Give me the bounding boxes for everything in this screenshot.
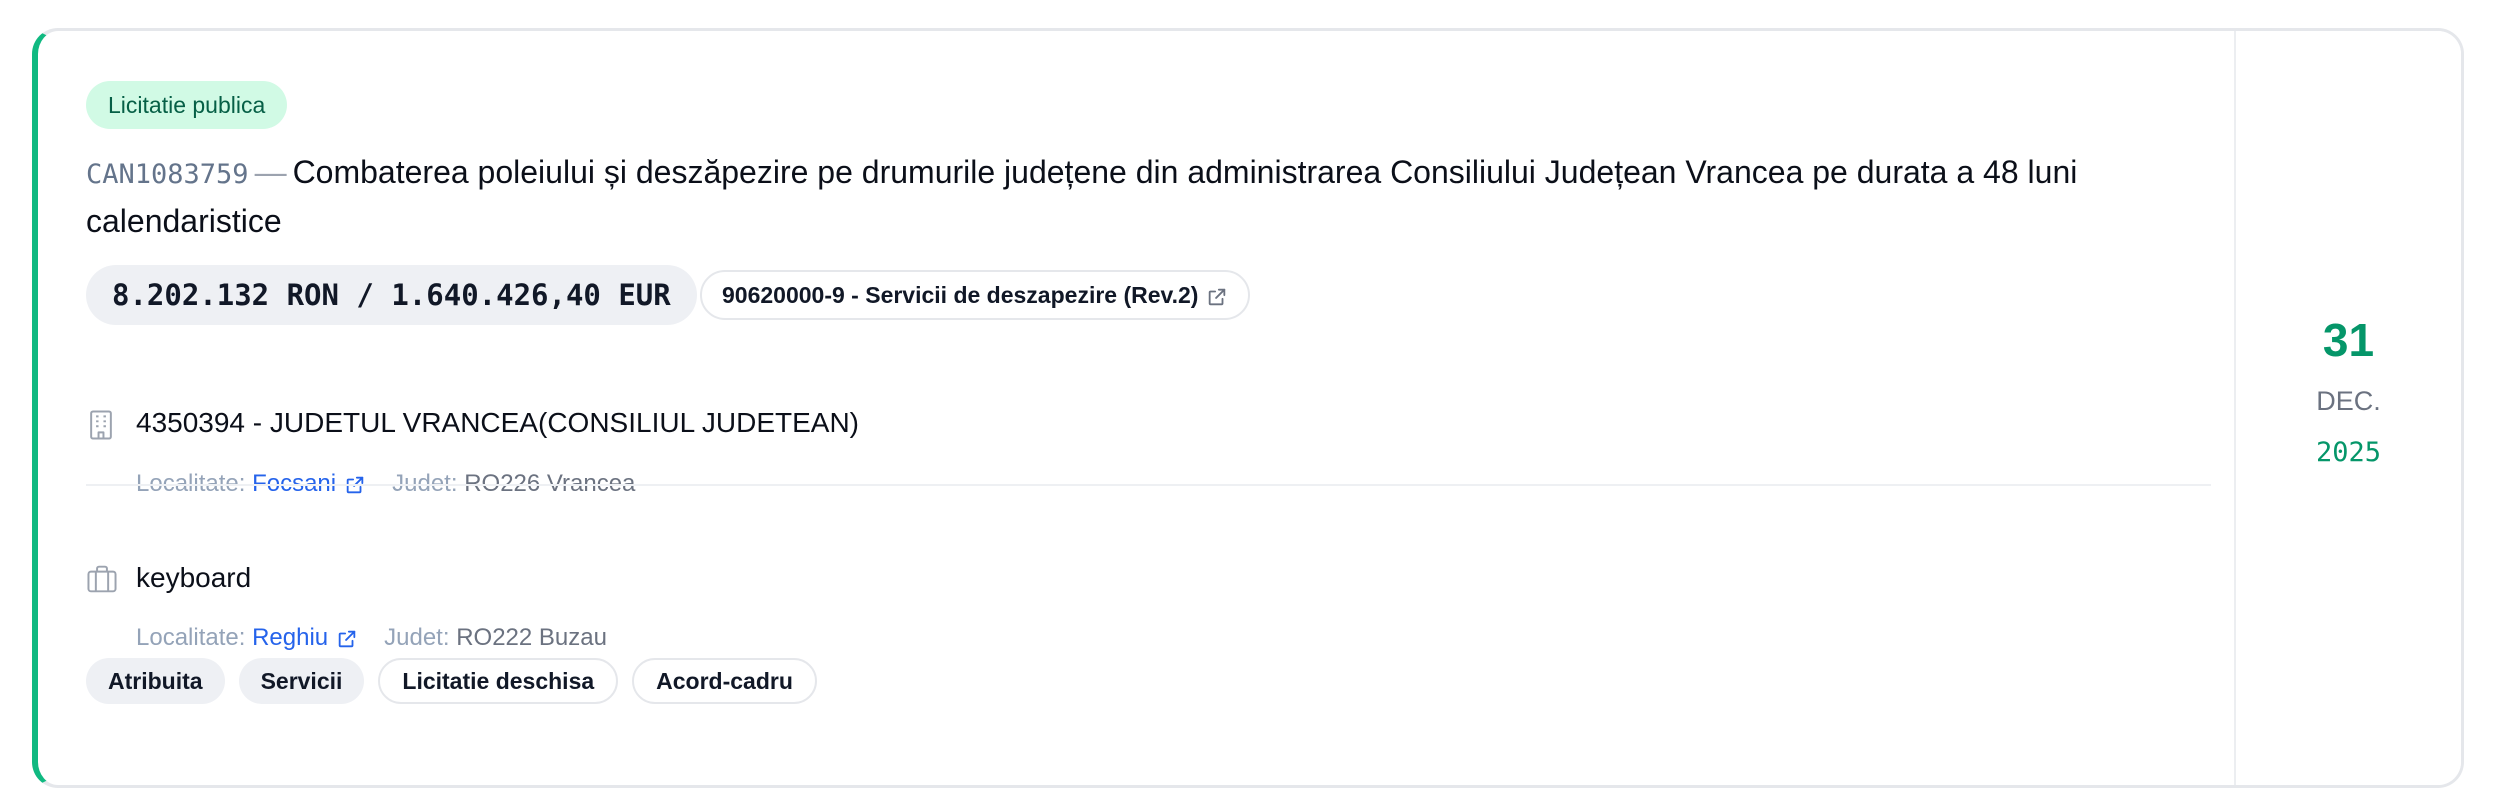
supplier-locality-link[interactable]: Reghiu — [252, 624, 328, 651]
tag-contract-type: Acord-cadru — [632, 658, 817, 704]
contract-value: 8.202.132 RON / 1.640.426,40 EUR — [86, 265, 697, 325]
date-panel: 31 DEC. 2025 — [2234, 31, 2461, 785]
tag-status: Atribuita — [86, 658, 225, 704]
supplier-meta: Localitate: Reghiu Judet: RO222 Buzau — [136, 624, 607, 652]
divider — [86, 484, 2211, 486]
supplier-name[interactable]: keyboard — [136, 562, 251, 594]
briefcase-icon — [87, 565, 117, 593]
notice-code: CAN1083759 — [86, 159, 249, 190]
notice-title-text: Combaterea poleiului și deszăpezire pe d… — [86, 154, 2078, 239]
date-month: DEC. — [2316, 386, 2381, 416]
procedure-type-badge: Licitatie publica — [86, 81, 288, 129]
tag-category: Servicii — [238, 658, 365, 704]
supplier-locality-label: Localitate: — [136, 624, 246, 651]
authority-name[interactable]: 4350394 - JUDETUL VRANCEA(CONSILIUL JUDE… — [136, 407, 859, 439]
notice-title[interactable]: CAN1083759— Combaterea poleiului și desză… — [86, 149, 2196, 244]
building-icon — [90, 410, 112, 440]
date-day: 31 — [2322, 314, 2375, 366]
award-card[interactable]: Licitatie publica CAN1083759— Combaterea … — [32, 28, 2464, 788]
cpv-link[interactable]: 90620000-9 - Servicii de deszapezire (Re… — [700, 270, 1251, 320]
title-separator: — — [254, 154, 287, 190]
tag-procedure: Licitatie deschisa — [378, 658, 619, 704]
tag-list: Atribuita Servicii Licitatie deschisa Acord… — [86, 658, 831, 704]
cpv-label: 90620000-9 - Servicii de deszapezire (Re… — [722, 282, 1199, 308]
card-main: Licitatie publica CAN1083759— Combaterea … — [86, 31, 2226, 785]
supplier-county-label: Judet: — [384, 624, 450, 651]
supplier-county: RO222 Buzau — [456, 624, 607, 651]
date-year: 2025 — [2315, 437, 2382, 468]
external-link-icon[interactable] — [336, 628, 358, 650]
external-link-icon — [1209, 288, 1226, 306]
